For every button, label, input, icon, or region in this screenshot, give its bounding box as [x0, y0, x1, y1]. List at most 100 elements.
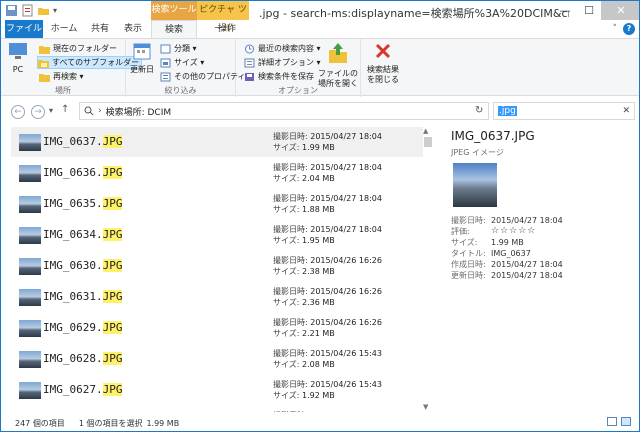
recent-searches-label: 最近の検索内容 ▾ — [258, 44, 321, 53]
help-icon[interactable]: ? — [623, 23, 635, 35]
details-pane: IMG_0637.JPG JPEG イメージ 撮影日時: 2015/04/27 1… — [441, 127, 639, 412]
file-row[interactable]: IMG_0635.JPG 撮影日時: 2015/04/27 18:04 サイズ: 1… — [11, 189, 423, 219]
details-view-icon[interactable] — [607, 417, 617, 426]
date-taken-label: 撮影日時: — [273, 349, 308, 358]
size-value: 1.95 MB — [302, 236, 335, 245]
date-modified-button[interactable]: 更新日 — [128, 42, 156, 75]
tab-home[interactable]: ホーム — [45, 20, 83, 38]
tab-file[interactable]: ファイル — [5, 20, 43, 38]
search-again-icon — [39, 73, 50, 82]
advanced-options-dropdown[interactable]: 詳細オプション ▾ — [244, 56, 321, 69]
file-row[interactable]: IMG_0631.JPG 撮影日時: 2015/04/26 16:26 サイズ: 2… — [11, 282, 423, 312]
property-key: 撮影日時: — [451, 216, 486, 225]
options-group: 最近の検索内容 ▾ 詳細オプション ▾ 検索条件を保存 ファイルの 場所を開く … — [236, 39, 361, 97]
save-search-button[interactable]: 検索条件を保存 — [244, 70, 314, 83]
scrollbar[interactable]: ▲ ▼ — [423, 127, 433, 411]
ribbon-controls: ˅ ? — [613, 23, 635, 35]
file-basename: IMG_0634. — [43, 228, 103, 241]
property-value: 2015/04/27 18:04 — [491, 260, 563, 269]
file-thumbnail — [19, 289, 41, 306]
calendar-icon — [133, 43, 151, 60]
current-folder-button[interactable]: 現在のフォルダー — [39, 42, 117, 55]
forward-button[interactable]: → — [31, 105, 45, 119]
tab-search[interactable]: 検索 — [151, 20, 197, 39]
date-taken-value: 2015/04/27 18:04 — [310, 132, 382, 141]
search-again-label: 再検索 ▾ — [53, 72, 84, 81]
file-row[interactable]: IMG_0636.JPG 撮影日時: 2015/04/27 18:04 サイズ: 2… — [11, 158, 423, 188]
file-list: IMG_0637.JPG 撮影日時: 2015/04/27 18:04 サイズ: 1… — [11, 127, 433, 412]
new-folder-icon[interactable] — [37, 4, 50, 17]
property-key: 作成日時: — [451, 260, 486, 269]
window-buttons: — ☐ ✕ — [553, 1, 639, 20]
ribbon-tabs: ファイル ホーム 共有 表示 検索 操作 ˅ ? — [1, 20, 639, 39]
address-box[interactable]: › 検索場所: DCIM — [79, 102, 489, 120]
refresh-icon[interactable]: ↻ — [475, 105, 483, 116]
file-row[interactable]: IMG_0630.JPG 撮影日時: 2015/04/26 16:26 サイズ: 2… — [11, 251, 423, 281]
recent-icon — [245, 44, 254, 53]
scroll-down-icon[interactable]: ▼ — [423, 403, 428, 411]
date-taken-label: 撮影日時: — [273, 287, 308, 296]
size-dropdown[interactable]: サイズ ▾ — [160, 56, 204, 69]
current-folder-label: 現在のフォルダー — [53, 44, 117, 53]
details-filetype: JPEG イメージ — [451, 148, 504, 157]
file-row[interactable]: IMG_0629.JPG 撮影日時: 2015/04/26 16:26 サイズ: 2… — [11, 313, 423, 343]
clear-search-icon[interactable]: ✕ — [622, 106, 630, 116]
scrollbar-thumb[interactable] — [424, 137, 432, 147]
date-taken-value: 2015/04/26 16:26 — [310, 287, 382, 296]
pc-button[interactable]: PC — [7, 42, 29, 75]
property-row: 更新日時: 2015/04/27 18:04 — [451, 270, 563, 281]
file-thumbnail — [19, 134, 41, 151]
folder-icon — [39, 45, 50, 54]
search-again-button[interactable]: 再検索 ▾ — [39, 70, 84, 83]
scroll-up-icon[interactable]: ▲ — [423, 127, 428, 135]
property-row: 作成日時: 2015/04/27 18:04 — [451, 259, 563, 270]
close-search-button[interactable]: 検索結果 を閉じる — [363, 42, 403, 85]
close-search-group: 検索結果 を閉じる — [361, 39, 405, 97]
search-input[interactable]: .jpg ✕ — [493, 102, 635, 120]
file-row[interactable]: IMG_0637.JPG 撮影日時: 2015/04/27 18:04 サイズ: 1… — [11, 127, 423, 157]
file-row[interactable]: IMG_0634.JPG 撮影日時: 2015/04/27 18:04 サイズ: 1… — [11, 220, 423, 250]
file-row[interactable]: IMG_0628.JPG 撮影日時: 2015/04/26 15:43 サイズ: 2… — [11, 344, 423, 374]
close-button[interactable]: ✕ — [601, 1, 639, 20]
tab-manage[interactable]: 操作 — [205, 20, 249, 38]
customize-qat-icon[interactable]: ▾ — [53, 6, 57, 15]
size-label: サイズ: — [273, 391, 300, 400]
open-file-location-button[interactable]: ファイルの 場所を開く — [318, 42, 358, 89]
open-location-icon — [329, 43, 347, 63]
content-view-icon[interactable] — [621, 417, 631, 426]
breadcrumb-path[interactable]: 検索場所: DCIM — [106, 105, 172, 118]
rating-stars[interactable]: ☆☆☆☆☆ — [491, 226, 536, 237]
quick-access-toolbar: ▾ — [5, 4, 57, 17]
context-picture-tools: ピクチャ ツール — [197, 1, 249, 34]
size-label: サイズ ▾ — [174, 58, 205, 67]
save-icon[interactable] — [5, 4, 18, 17]
back-button[interactable]: ← — [11, 105, 25, 119]
file-row[interactable]: IMG_0627.JPG 撮影日時: 2015/04/26 15:43 サイズ: 1… — [11, 375, 423, 405]
minimize-button[interactable]: — — [553, 1, 577, 20]
properties-icon[interactable] — [21, 4, 34, 17]
size-label: サイズ: — [273, 267, 300, 276]
ribbon: PC 現在のフォルダー すべてのサブフォルダー 再検索 ▾ 場所 更新日 分類 … — [1, 38, 639, 97]
file-name: IMG_0636.JPG — [43, 166, 123, 179]
details-filename: IMG_0637.JPG — [451, 129, 535, 143]
pc-icon — [9, 43, 27, 59]
size-value: 2.38 MB — [302, 267, 335, 276]
file-metadata: 撮影日時: 2015/04/27 18:04 サイズ: 1.95 MB — [273, 224, 382, 246]
search-match-highlight: JPG — [102, 321, 123, 334]
file-row[interactable]: IMG_0626.JPG撮影日時: — [11, 406, 423, 412]
subfolders-icon — [38, 59, 49, 68]
property-row: 撮影日時: 2015/04/27 18:04 — [451, 215, 563, 226]
pc-label: PC — [12, 65, 24, 74]
recent-searches-dropdown[interactable]: 最近の検索内容 ▾ — [244, 42, 321, 55]
expand-ribbon-icon[interactable]: ˅ — [613, 24, 618, 34]
tab-share[interactable]: 共有 — [85, 20, 115, 38]
property-key: サイズ: — [451, 238, 478, 247]
recent-locations-icon[interactable]: ▾ — [49, 106, 53, 115]
tab-view[interactable]: 表示 — [117, 20, 149, 38]
date-taken-label: 撮影日時: — [273, 194, 308, 203]
save-search-label: 検索条件を保存 — [258, 72, 314, 81]
up-button[interactable]: ↑ — [61, 104, 69, 115]
search-query[interactable]: .jpg — [498, 106, 517, 116]
maximize-button[interactable]: ☐ — [577, 1, 601, 20]
kind-dropdown[interactable]: 分類 ▾ — [160, 42, 197, 55]
